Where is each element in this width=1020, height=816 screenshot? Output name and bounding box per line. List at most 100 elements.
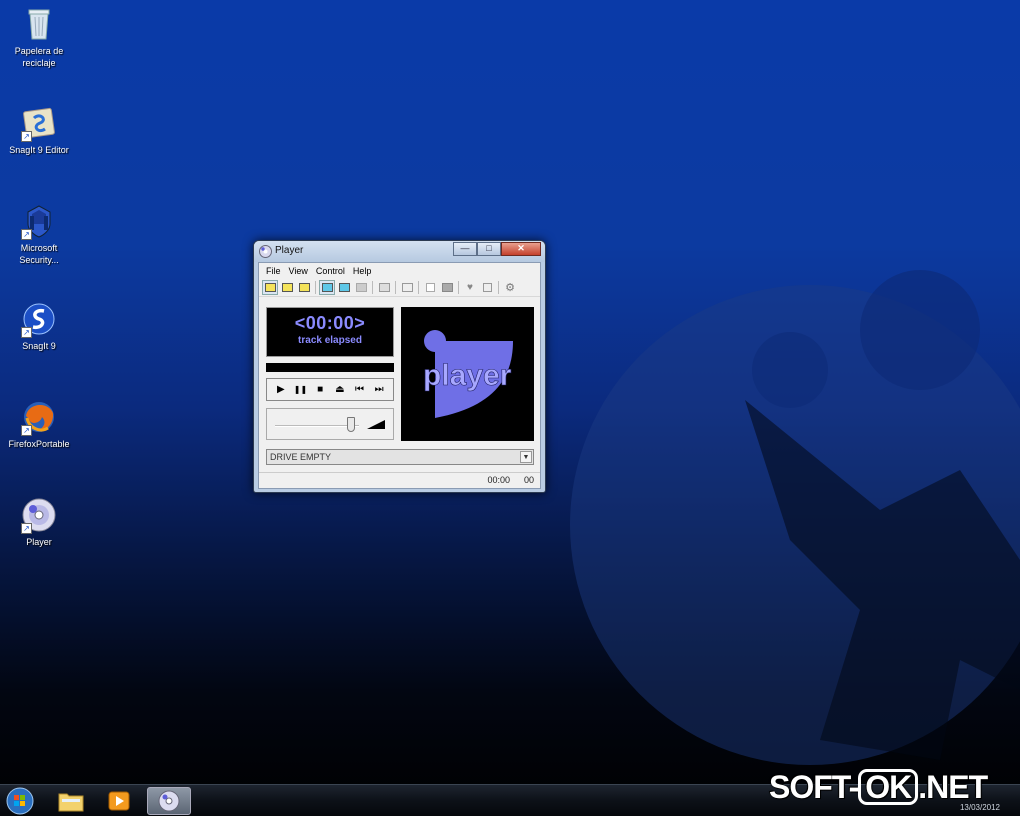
desktop-icon-label: SnagIt 9 [22, 341, 56, 351]
volume-control [266, 408, 394, 440]
maximize-button[interactable]: □ [477, 242, 501, 256]
window-layout-icon [298, 283, 310, 292]
desktop-icon-player[interactable]: ↗ Player [0, 496, 78, 548]
toolbar-split-button[interactable] [399, 280, 415, 295]
window-layout-icon [281, 283, 293, 292]
settings-icon: ⚙ [505, 282, 515, 294]
drive-select-value: DRIVE EMPTY [270, 452, 332, 462]
options-icon [378, 283, 390, 292]
track-progress-bar[interactable] [266, 363, 394, 372]
eject-button[interactable]: ⏏ [332, 382, 348, 398]
toolbar-info-button[interactable] [479, 280, 495, 295]
recycle-bin-icon [20, 5, 58, 43]
toolbar-settings-button[interactable]: ⚙ [502, 280, 518, 295]
toolbar-favorite-button[interactable]: ♥ [462, 280, 478, 295]
watermark-ok: OK [858, 769, 919, 805]
pause-button[interactable]: ❚❚ [292, 382, 308, 398]
playlist-icon [338, 283, 350, 292]
watermark-right: .NET [918, 769, 988, 805]
player-logo-panel: player [401, 307, 534, 441]
window-titlebar[interactable]: Player — □ ✕ [254, 241, 545, 262]
toolbar-document-button[interactable] [422, 280, 438, 295]
toolbar-separator [498, 281, 499, 294]
desktop-icon-microsoft-security[interactable]: ↗ Microsoft Security... [0, 202, 78, 266]
snagit-icon: ↗ [20, 300, 58, 338]
status-time: 00:00 [487, 475, 510, 485]
taskbar-player-button[interactable] [147, 787, 191, 815]
toolbar-image-button[interactable] [439, 280, 455, 295]
volume-ramp-icon [367, 420, 385, 429]
start-button[interactable] [4, 786, 36, 816]
toolbar-playlist-button[interactable] [336, 280, 352, 295]
shortcut-arrow-icon: ↗ [21, 229, 32, 240]
stop-button[interactable]: ■ [312, 382, 328, 398]
shortcut-arrow-icon: ↗ [21, 523, 32, 534]
desktop-icon-snagit-editor[interactable]: ↗ SnagIt 9 Editor [0, 104, 78, 156]
menu-bar: File View Control Help [259, 263, 540, 279]
heart-icon: ♥ [467, 282, 473, 293]
image-icon [441, 283, 453, 292]
play-button[interactable]: ▶ [273, 382, 289, 398]
menu-file[interactable]: File [263, 266, 284, 276]
toolbar-disabled-button[interactable] [353, 280, 369, 295]
player-app-icon [259, 245, 272, 258]
desktop-icon-label: FirefoxPortable [8, 439, 70, 449]
firefox-icon: ↗ [20, 398, 58, 436]
transport-controls: ▶ ❚❚ ■ ⏏ ⏮ ⏭ [266, 378, 394, 401]
close-button[interactable]: ✕ [501, 242, 541, 256]
taskbar-media-player-button[interactable] [97, 787, 141, 815]
microsoft-security-icon: ↗ [20, 202, 58, 240]
desktop-icon-label: SnagIt 9 Editor [9, 145, 69, 155]
folder-icon [58, 793, 84, 812]
elapsed-time: <00:00> [294, 313, 366, 333]
toolbar-separator [395, 281, 396, 294]
toolbar-display-button[interactable] [319, 280, 335, 295]
status-bar: 00:00 00 [259, 472, 540, 488]
toolbar-separator [372, 281, 373, 294]
desktop-icon-label: Player [26, 537, 52, 547]
desktop-icon-recycle-bin[interactable]: Papelera de reciclaje [0, 5, 78, 69]
watermark-left: SOFT- [769, 769, 859, 805]
grid-icon [355, 283, 367, 292]
player-logo: player [423, 330, 513, 418]
menu-control[interactable]: Control [313, 266, 348, 276]
toolbar: ♥ ⚙ [259, 279, 540, 297]
window-layout-icon [264, 283, 276, 292]
media-player-icon [108, 791, 130, 811]
display-icon [321, 283, 333, 292]
volume-slider-thumb[interactable] [347, 417, 355, 432]
player-window: Player — □ ✕ File View Control Help ♥ ⚙ … [253, 240, 546, 493]
window-client-area: File View Control Help ♥ ⚙ <00:00> track… [258, 262, 541, 489]
shortcut-arrow-icon: ↗ [21, 131, 32, 142]
toolbar-separator [458, 281, 459, 294]
elapsed-label: track elapsed [298, 335, 362, 346]
windows-logo-icon [6, 787, 34, 815]
document-icon [425, 283, 435, 292]
time-display: <00:00> track elapsed [266, 307, 394, 357]
desktop-icon-firefox[interactable]: ↗ FirefoxPortable [0, 398, 78, 450]
desktop-icon-snagit[interactable]: ↗ SnagIt 9 [0, 300, 78, 352]
toolbar-separator [418, 281, 419, 294]
player-cd-icon: ↗ [20, 496, 58, 534]
menu-view[interactable]: View [286, 266, 311, 276]
toolbar-view-full-button[interactable] [296, 280, 312, 295]
toolbar-options-button[interactable] [376, 280, 392, 295]
status-track: 00 [523, 475, 534, 485]
minimize-button[interactable]: — [453, 242, 477, 256]
toolbar-view-normal-button[interactable] [279, 280, 295, 295]
drive-select[interactable]: DRIVE EMPTY ▼ [266, 449, 534, 465]
window-title: Player [275, 245, 304, 256]
menu-help[interactable]: Help [350, 266, 375, 276]
desktop-icon-label: Papelera de reciclaje [14, 46, 64, 68]
info-icon [482, 283, 492, 292]
taskbar-explorer-button[interactable] [49, 787, 93, 815]
desktop-icon-label: Microsoft Security... [19, 243, 59, 265]
toolbar-view-compact-button[interactable] [262, 280, 278, 295]
player-cd-icon [158, 790, 180, 812]
chevron-down-icon[interactable]: ▼ [520, 451, 532, 463]
watermark: SOFT- OK .NET [769, 769, 988, 806]
player-logo-text: player [423, 359, 512, 392]
previous-track-button[interactable]: ⏮ [351, 382, 367, 398]
next-track-button[interactable]: ⏭ [371, 382, 387, 398]
shortcut-arrow-icon: ↗ [21, 327, 32, 338]
